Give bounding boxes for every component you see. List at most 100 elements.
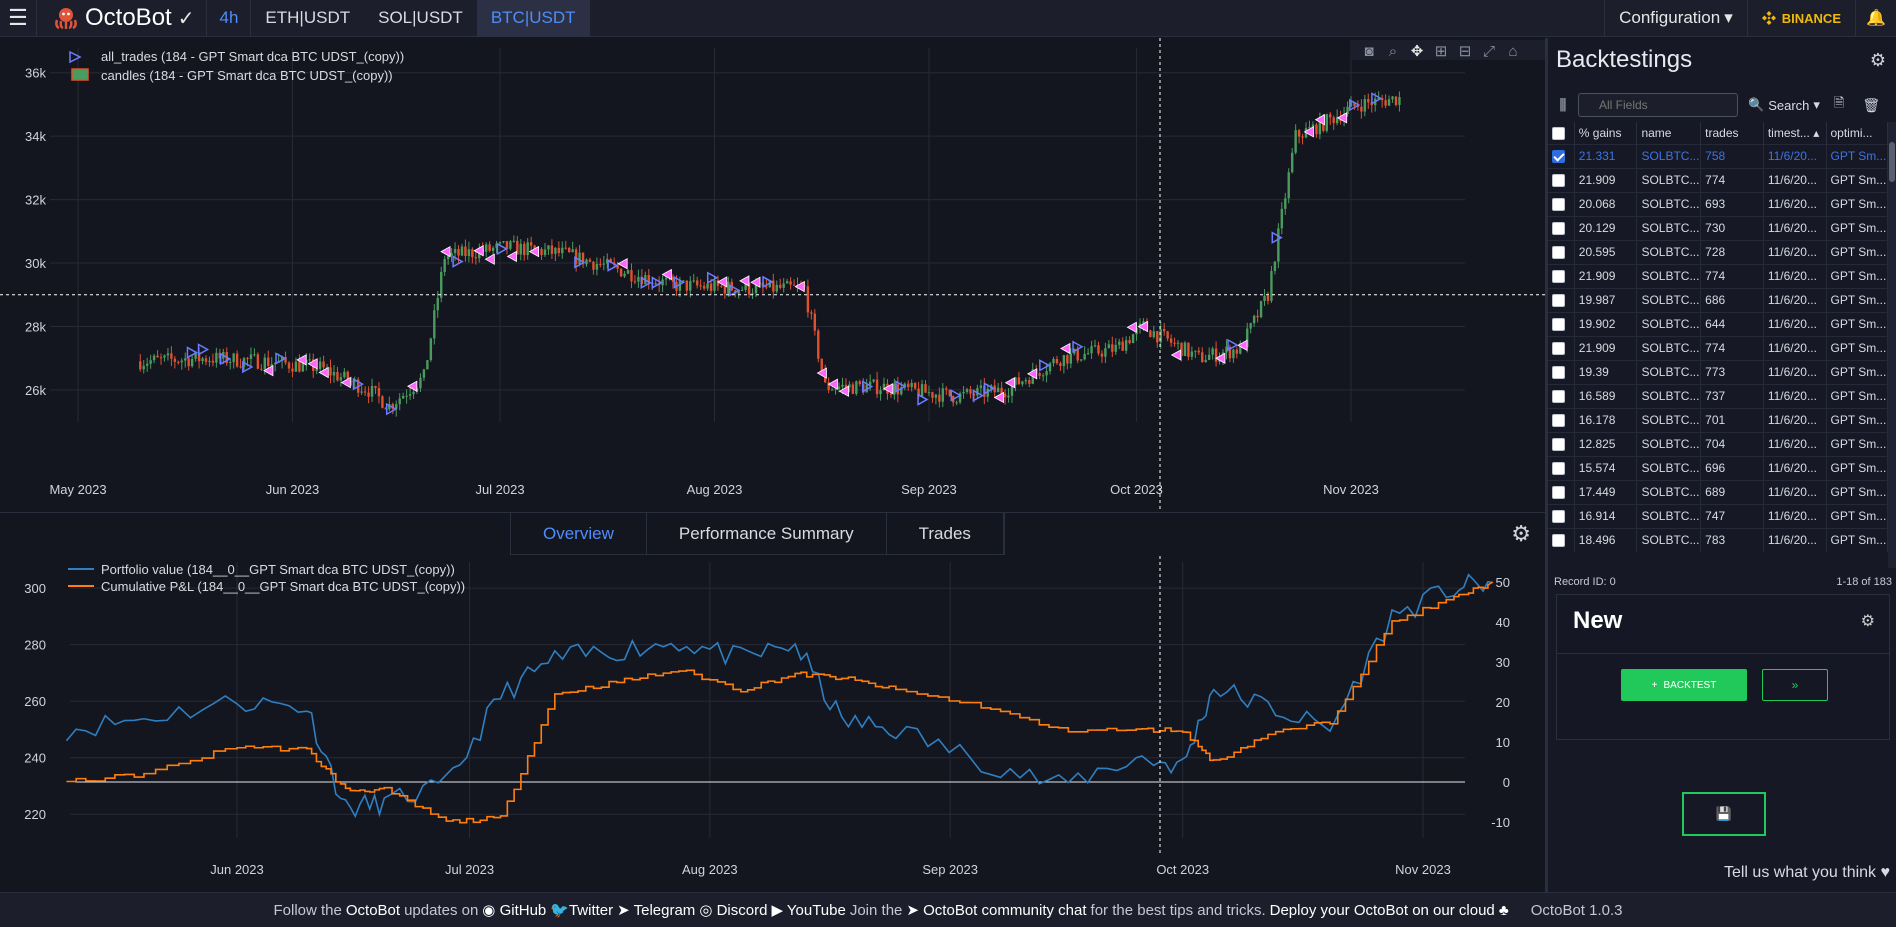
cell-ts[interactable]: 11/6/20... [1763,431,1827,456]
cell-opt[interactable]: GPT Sm... [1826,527,1888,552]
cell-name[interactable]: SOLBTC... [1636,287,1702,312]
row-checkbox[interactable] [1552,390,1565,404]
pair-tab-btc[interactable]: BTC|USDT [476,0,590,37]
table-row[interactable]: 15.574 SOLBTC... 696 11/6/20... GPT Sm... [1548,455,1888,480]
col-timestamp[interactable]: timest... ▴ [1763,122,1827,144]
cell-trades[interactable]: 774 [1700,263,1764,288]
deploy-link[interactable]: Deploy your OctoBot on our cloud ♣ [1270,902,1509,919]
camera-icon[interactable]: ◙ [1364,43,1373,60]
cell-opt[interactable]: GPT Sm... [1826,455,1888,480]
row-checkbox[interactable] [1552,414,1565,428]
search-input[interactable] [1578,93,1738,117]
row-checkbox-cell[interactable] [1548,167,1575,192]
cell-gains[interactable]: 12.825 [1574,431,1638,456]
timeframe-selector[interactable]: 4h [207,0,252,37]
row-checkbox[interactable] [1552,174,1565,188]
cell-gains[interactable]: 17.449 [1574,479,1638,504]
cell-trades[interactable]: 730 [1700,215,1764,240]
cell-trades[interactable]: 728 [1700,239,1764,264]
cell-ts[interactable]: 11/6/20... [1763,239,1827,264]
cell-name[interactable]: SOLBTC... [1636,431,1702,456]
document-icon[interactable]: 🗎 [1834,94,1844,116]
row-checkbox[interactable] [1552,198,1565,212]
cell-name[interactable]: SOLBTC... [1636,527,1702,552]
zoom-out-icon[interactable]: ⊟ [1459,43,1472,60]
portfolio-chart[interactable]: Jun 2023 Jul 2023 Aug 2023 Sep 2023 Oct 2023… [0,556,1545,892]
row-checkbox[interactable] [1552,222,1565,236]
cell-ts[interactable]: 11/6/20... [1763,527,1827,552]
row-checkbox[interactable] [1552,318,1565,332]
row-checkbox-cell[interactable] [1548,215,1575,240]
row-checkbox[interactable] [1552,246,1565,260]
table-row[interactable]: 16.914 SOLBTC... 747 11/6/20... GPT Sm... [1548,503,1888,528]
cell-opt[interactable]: GPT Sm... [1826,263,1888,288]
cell-name[interactable]: SOLBTC... [1636,335,1702,360]
cell-opt[interactable]: GPT Sm... [1826,359,1888,384]
portfolio-chart-svg[interactable]: Jun 2023 Jul 2023 Aug 2023 Sep 2023 Oct 2023… [0,556,1545,892]
row-checkbox[interactable] [1552,366,1565,380]
table-row[interactable]: 17.449 SOLBTC... 689 11/6/20... GPT Sm... [1548,479,1888,504]
row-checkbox[interactable] [1552,438,1565,452]
row-checkbox-cell[interactable] [1548,383,1575,408]
select-all-checkbox[interactable] [1552,126,1565,140]
table-row[interactable]: 21.909 SOLBTC... 774 11/6/20... GPT Sm... [1548,167,1888,192]
run-next-button[interactable]: » [1762,669,1828,701]
cell-opt[interactable]: GPT Sm... [1826,239,1888,264]
pair-tab-sol[interactable]: SOL|USDT [364,0,477,37]
gear-icon[interactable]: ⚙ [1870,50,1886,71]
table-row[interactable]: 21.331 SOLBTC... 758 11/6/20... GPT Sm... [1548,143,1888,168]
cell-ts[interactable]: 11/6/20... [1763,191,1827,216]
col-name[interactable]: name [1636,122,1702,144]
candlestick-chart[interactable]: May 2023 Jun 2023 Jul 2023 Aug 2023 Sep 2023… [0,38,1545,512]
cell-ts[interactable]: 11/6/20... [1763,263,1827,288]
cell-opt[interactable]: GPT Sm... [1826,383,1888,408]
cell-name[interactable]: SOLBTC... [1636,359,1702,384]
table-row[interactable]: 19.902 SOLBTC... 644 11/6/20... GPT Sm... [1548,311,1888,336]
row-checkbox[interactable] [1552,270,1565,284]
cell-gains[interactable]: 21.909 [1574,335,1638,360]
row-checkbox[interactable] [1552,534,1565,548]
github-link[interactable]: ◉ GitHub [482,901,546,919]
twitter-link[interactable]: 🐦Twitter [550,901,613,919]
search-button[interactable]: 🔍 Search ▾ [1748,97,1820,113]
row-checkbox-cell[interactable] [1548,311,1575,336]
cell-trades[interactable]: 758 [1700,143,1764,168]
cell-trades[interactable]: 696 [1700,455,1764,480]
cell-opt[interactable]: GPT Sm... [1826,167,1888,192]
table-row[interactable]: 20.595 SOLBTC... 728 11/6/20... GPT Sm... [1548,239,1888,264]
row-checkbox-cell[interactable] [1548,503,1575,528]
row-checkbox-cell[interactable] [1548,287,1575,312]
cell-ts[interactable]: 11/6/20... [1763,383,1827,408]
columns-icon[interactable]: ⫼ [1548,97,1578,114]
community-link[interactable]: ➤ OctoBot community chat [906,901,1086,919]
tab-trades[interactable]: Trades [887,513,1004,554]
cell-gains[interactable]: 15.574 [1574,455,1638,480]
col-optimizer[interactable]: optimi... [1826,122,1888,144]
table-row[interactable]: 12.825 SOLBTC... 704 11/6/20... GPT Sm... [1548,431,1888,456]
cell-gains[interactable]: 20.129 [1574,215,1638,240]
cell-trades[interactable]: 783 [1700,527,1764,552]
row-checkbox[interactable] [1552,294,1565,308]
cell-trades[interactable]: 773 [1700,359,1764,384]
gear-icon[interactable]: ⚙ [1511,521,1531,547]
cell-ts[interactable]: 11/6/20... [1763,311,1827,336]
cell-trades[interactable]: 747 [1700,503,1764,528]
backtest-button[interactable]: + BACKTEST [1621,669,1747,701]
zoom-in-icon[interactable]: ⊞ [1435,43,1448,60]
cell-ts[interactable]: 11/6/20... [1763,407,1827,432]
table-row[interactable]: 19.39 SOLBTC... 773 11/6/20... GPT Sm... [1548,359,1888,384]
cell-trades[interactable]: 737 [1700,383,1764,408]
table-row[interactable]: 16.589 SOLBTC... 737 11/6/20... GPT Sm... [1548,383,1888,408]
configuration-menu[interactable]: Configuration ▾ [1604,0,1748,37]
cell-gains[interactable]: 19.902 [1574,311,1638,336]
cell-trades[interactable]: 774 [1700,335,1764,360]
trash-icon[interactable]: 🗑 [1862,97,1880,114]
cell-gains[interactable]: 21.909 [1574,263,1638,288]
row-checkbox-cell[interactable] [1548,455,1575,480]
table-row[interactable]: 19.987 SOLBTC... 686 11/6/20... GPT Sm... [1548,287,1888,312]
cell-ts[interactable]: 11/6/20... [1763,455,1827,480]
octobot-logo[interactable]: OctoBot ✓ [36,0,208,37]
cell-ts[interactable]: 11/6/20... [1763,215,1827,240]
grid-scrollbar[interactable] [1888,122,1896,568]
cell-gains[interactable]: 20.595 [1574,239,1638,264]
